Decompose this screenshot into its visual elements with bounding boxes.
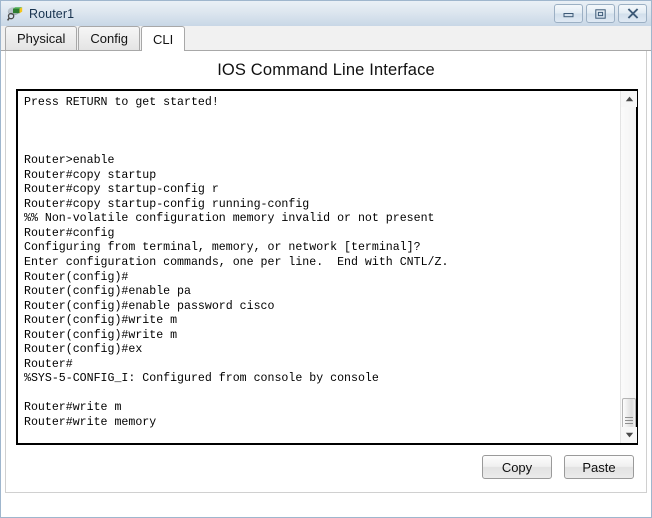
tab-cli[interactable]: CLI <box>141 26 186 51</box>
terminal-scrollbar[interactable] <box>620 91 637 443</box>
scrollbar-grip-icon <box>625 415 633 426</box>
cli-panel-inner: IOS Command Line Interface Press RETURN … <box>5 51 647 493</box>
copy-button-label: Copy <box>501 459 533 475</box>
paste-button-label: Paste <box>582 459 616 475</box>
paste-button[interactable]: Paste <box>564 455 634 479</box>
copy-button[interactable]: Copy <box>482 455 552 479</box>
maximize-button[interactable] <box>586 4 615 23</box>
minimize-button[interactable] <box>554 4 583 23</box>
tab-cli-label: CLI <box>153 31 174 47</box>
close-button[interactable] <box>618 4 647 23</box>
action-button-row: Copy Paste <box>482 455 634 479</box>
page-title: IOS Command Line Interface <box>217 61 435 79</box>
window-controls <box>554 4 647 23</box>
tab-config[interactable]: Config <box>78 26 140 50</box>
tab-strip: Physical Config CLI <box>1 26 651 51</box>
tab-physical[interactable]: Physical <box>5 26 78 50</box>
tab-config-label: Config <box>90 31 128 46</box>
scroll-up-arrow-icon[interactable] <box>621 91 637 107</box>
title-bar: Router1 <box>1 1 651 26</box>
router-cli-window: Router1 Physical Config CLI IOS Command … <box>0 0 652 518</box>
cli-panel: IOS Command Line Interface Press RETURN … <box>1 51 651 517</box>
router-icon <box>7 6 23 22</box>
scroll-down-arrow-icon[interactable] <box>621 427 637 443</box>
terminal-output[interactable]: Press RETURN to get started! Router>enab… <box>18 91 620 443</box>
window-title: Router1 <box>29 6 75 21</box>
terminal-area: Press RETURN to get started! Router>enab… <box>16 89 638 445</box>
tab-physical-label: Physical <box>17 31 66 46</box>
scrollbar-track[interactable] <box>621 107 636 443</box>
